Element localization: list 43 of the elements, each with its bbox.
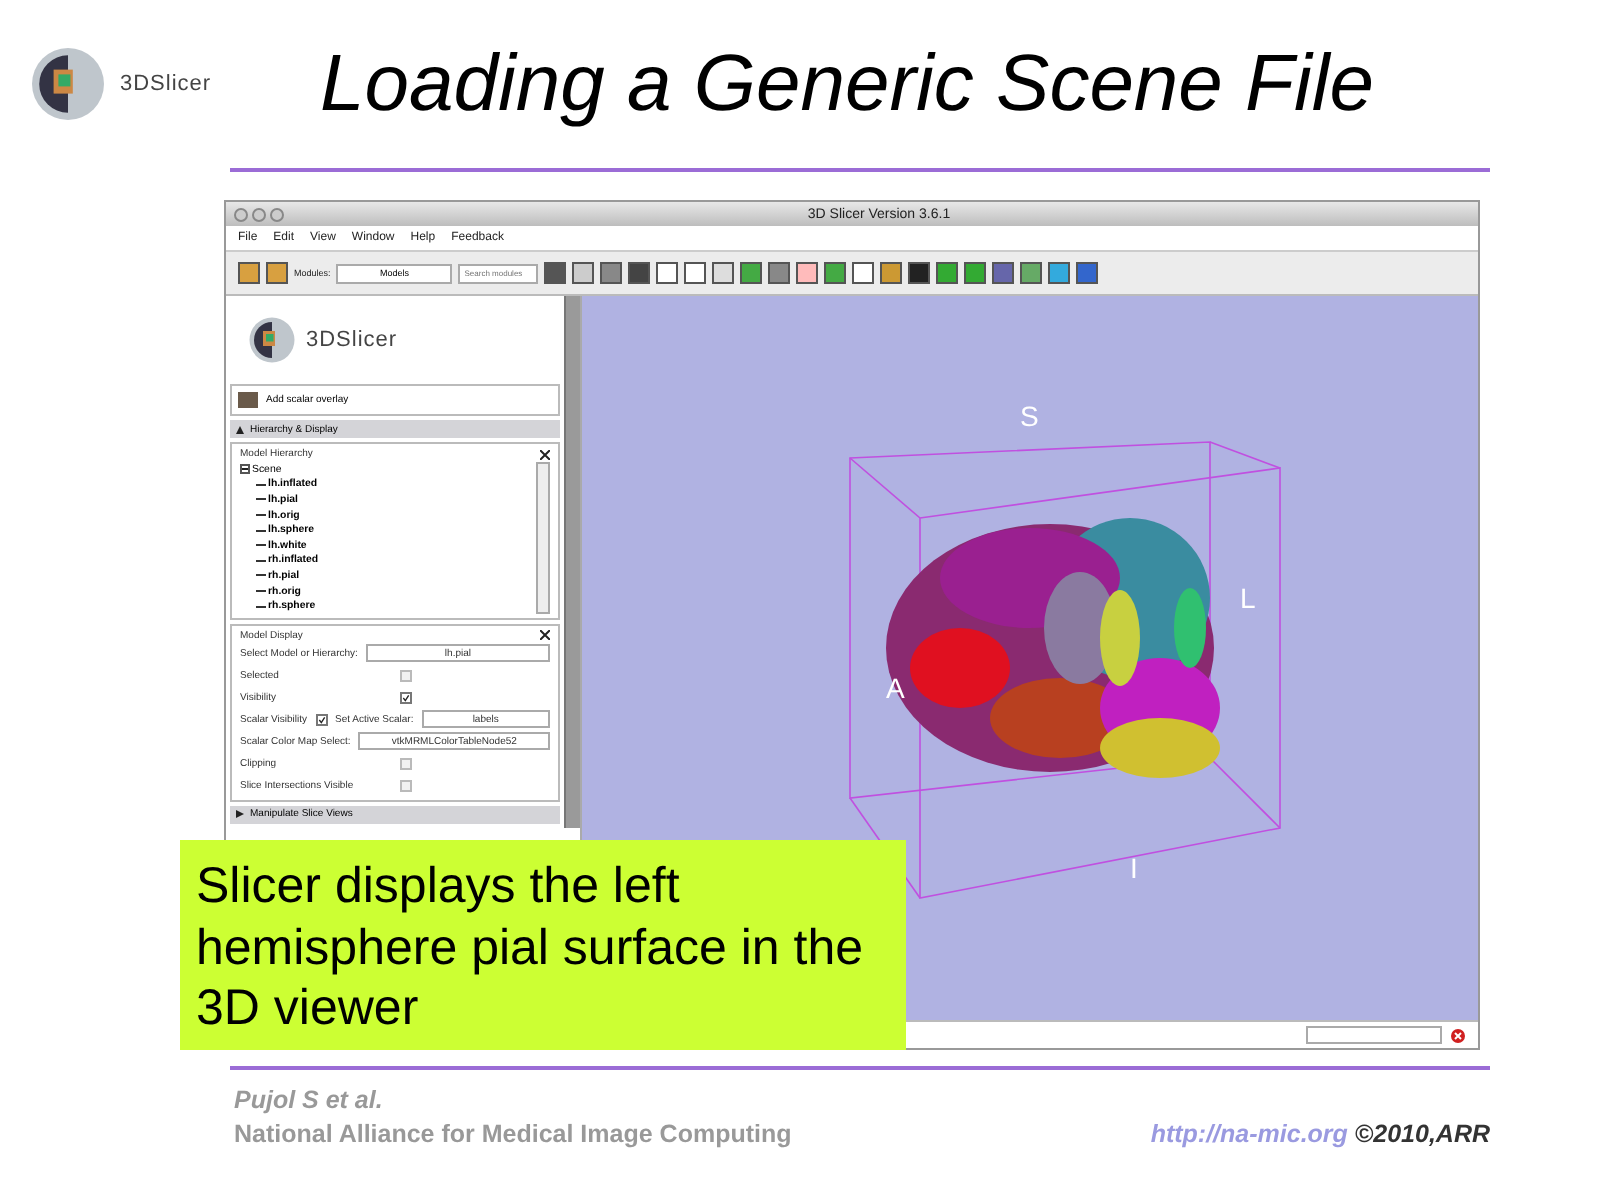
tool-icon[interactable] [740,262,763,284]
tool-icon[interactable] [544,262,567,284]
tool-icon[interactable] [852,262,875,284]
tool-icon[interactable] [908,262,931,284]
checkbox[interactable] [315,713,328,726]
tool-icon[interactable] [796,262,819,284]
status-field [1306,1026,1442,1044]
scrollbar[interactable] [564,296,580,828]
stop-icon[interactable] [1450,1027,1466,1043]
close-icon[interactable] [540,630,550,641]
tool-icon[interactable] [684,262,707,284]
tool-icon[interactable] [1076,262,1099,284]
tool-icon[interactable] [992,262,1015,284]
triangle-icon [236,810,244,819]
tool-icon[interactable] [936,262,959,284]
tool-icon[interactable] [656,262,679,284]
tool-icon[interactable] [628,262,651,284]
tool-icon[interactable] [880,262,903,284]
organization-text: National Alliance for Medical Image Computing [234,1120,792,1148]
tool-icon[interactable] [600,262,623,284]
axis-label: A [886,672,905,704]
tool-icon[interactable] [572,262,595,284]
brain-thumbnail-icon [238,392,258,408]
axis-label: I [1130,852,1138,884]
checkbox[interactable] [400,691,412,704]
panel-logo-text: 3DSlicer [306,328,398,352]
tool-icon[interactable] [824,262,847,284]
slide-title: Loading a Generic Scene File [320,39,1374,129]
callout-text: Slicer displays the left hemisphere pial surface in the 3D viewer [180,840,906,1050]
tool-icon[interactable] [1048,262,1071,284]
tool-icon[interactable] [768,262,791,284]
tool-icon[interactable] [964,262,987,284]
axis-label: S [1020,400,1039,432]
axis-label: L [1240,582,1256,614]
scrollbar[interactable] [536,462,550,614]
triangle-icon [236,425,244,433]
tool-icon[interactable] [712,262,735,284]
node-toggle-icon[interactable] [240,464,250,475]
author-text: Pujol S et al. [234,1086,385,1114]
close-icon[interactable] [540,449,550,459]
tool-icon[interactable] [1020,262,1043,284]
copyright-text: ©2010,ARR [1354,1120,1490,1148]
logo-text: 3DSlicer [120,72,212,96]
